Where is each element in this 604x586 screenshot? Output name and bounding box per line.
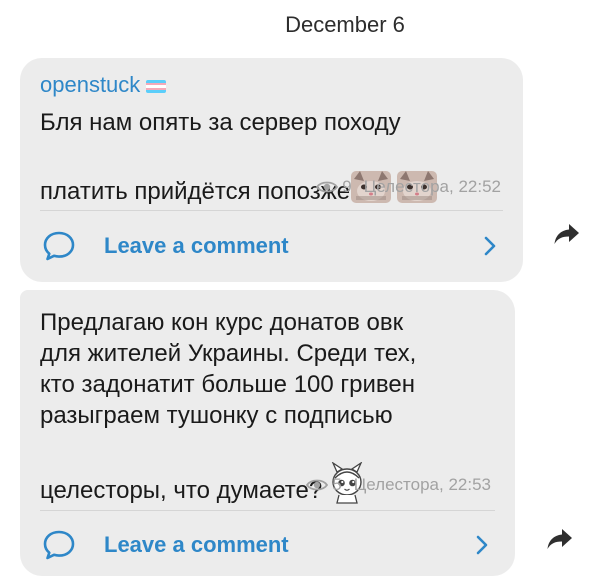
leave-comment-label: Leave a comment bbox=[104, 233, 289, 258]
author-name: openstuck bbox=[40, 72, 141, 97]
post-signature: Целестора, 22:52 bbox=[363, 177, 501, 196]
post-signature: Целестора, 22:53 bbox=[353, 475, 491, 494]
views-eye-icon bbox=[306, 479, 329, 491]
date-separator-label: December 6 bbox=[285, 12, 405, 37]
leave-comment-button[interactable]: Leave a comment bbox=[42, 226, 503, 266]
channel-post[interactable]: openstuck Бля нам опять за сервер походу… bbox=[20, 58, 523, 282]
channel-post[interactable]: Предлагаю кон курс донатов овк для жител… bbox=[20, 290, 515, 576]
share-forward-icon[interactable] bbox=[553, 222, 581, 246]
divider bbox=[40, 210, 503, 211]
cat-emoji-icon bbox=[350, 138, 438, 213]
post-author[interactable]: openstuck bbox=[40, 72, 167, 98]
share-forward-icon[interactable] bbox=[546, 527, 574, 551]
anime-girl-sticker-icon bbox=[329, 431, 365, 512]
views-eye-icon bbox=[316, 181, 339, 193]
comment-bubble-icon bbox=[43, 231, 75, 261]
chat-canvas: December 6 openstuck Бля нам опять за се… bbox=[0, 0, 604, 586]
trans-flag-icon bbox=[146, 80, 167, 93]
post-meta: 5 Целестора, 22:53 bbox=[306, 475, 491, 495]
flag-stripe bbox=[146, 90, 167, 93]
comment-bubble-icon bbox=[43, 530, 75, 560]
divider bbox=[40, 510, 495, 511]
message-text: Бля нам опять за сервер походу платить п… bbox=[40, 107, 510, 213]
chevron-right-icon bbox=[484, 236, 496, 256]
date-separator: December 6 bbox=[0, 10, 604, 40]
views-count: 5 bbox=[332, 475, 342, 494]
leave-comment-label: Leave a comment bbox=[104, 532, 289, 557]
views-count: 9 bbox=[342, 177, 352, 196]
chevron-right-icon bbox=[476, 535, 488, 555]
post-meta: 9 Целестора, 22:52 bbox=[316, 177, 501, 197]
leave-comment-button[interactable]: Leave a comment bbox=[42, 525, 495, 565]
